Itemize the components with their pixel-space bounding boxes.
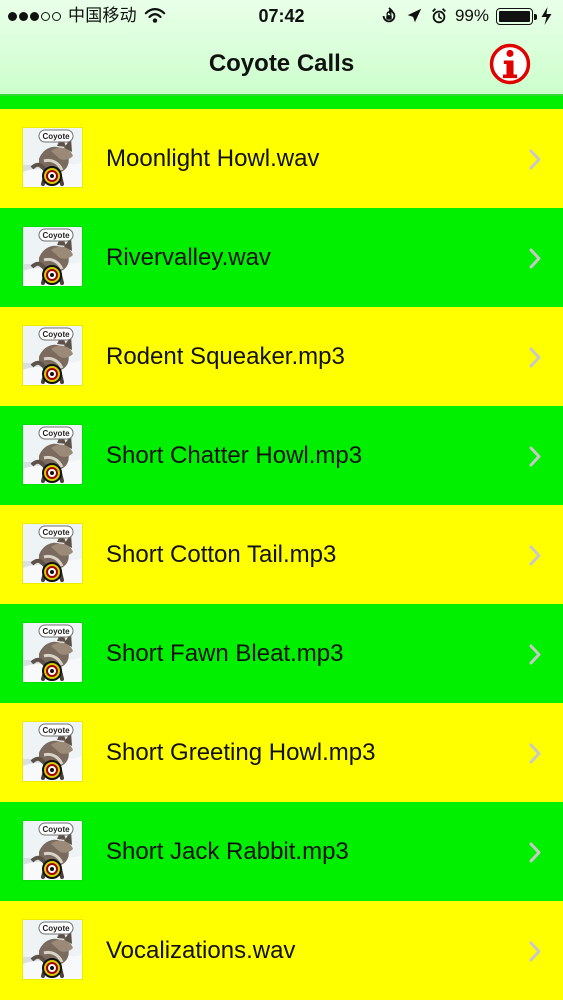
- call-list-item[interactable]: Coyote Short Cotton Tail.mp3: [0, 505, 563, 604]
- battery-icon: [496, 7, 537, 25]
- thumbnail-label: Coyote: [42, 726, 70, 735]
- coyote-thumbnail-icon: Coyote: [23, 227, 82, 286]
- coyote-thumbnail: Coyote: [23, 722, 82, 781]
- call-list-item[interactable]: Coyote Short Jack Rabbit.mp3: [0, 802, 563, 901]
- charging-icon: [541, 7, 552, 25]
- coyote-thumbnail: Coyote: [23, 128, 82, 187]
- app-screen: 中国移动 07:42 99% Coyote Calls Coyote Moonl…: [0, 0, 563, 1000]
- call-title: Vocalizations.wav: [106, 937, 296, 964]
- call-title: Short Jack Rabbit.mp3: [106, 838, 349, 865]
- carrier-name: 中国移动: [68, 6, 137, 25]
- call-title: Rodent Squeaker.mp3: [106, 343, 345, 370]
- page-title: Coyote Calls: [208, 50, 355, 77]
- status-right: 99%: [380, 0, 553, 32]
- alarm-icon: [432, 8, 446, 24]
- chevron-right-icon: [529, 347, 541, 368]
- chevron-right-icon: [529, 743, 541, 764]
- chevron-right-icon: [529, 644, 541, 665]
- coyote-thumbnail: Coyote: [23, 227, 82, 286]
- coyote-thumbnail: Coyote: [23, 425, 82, 484]
- call-title: Short Cotton Tail.mp3: [106, 541, 337, 568]
- status-time: 07:42: [258, 6, 305, 26]
- coyote-thumbnail-icon: Coyote: [23, 425, 82, 484]
- coyote-thumbnail-icon: Coyote: [23, 920, 82, 979]
- chevron-right-icon: [529, 149, 541, 170]
- coyote-thumbnail-icon: Coyote: [23, 722, 82, 781]
- coyote-call-list: Coyote Moonlight Howl.wav Coyote Riverva…: [0, 97, 563, 1000]
- thumbnail-label: Coyote: [42, 825, 70, 834]
- coyote-thumbnail: Coyote: [23, 920, 82, 979]
- signal-strength-icon: [8, 11, 61, 21]
- rotation-lock-icon: [382, 7, 396, 23]
- coyote-thumbnail: Coyote: [23, 326, 82, 385]
- coyote-thumbnail: Coyote: [23, 623, 82, 682]
- chevron-right-icon: [529, 941, 541, 962]
- coyote-thumbnail-icon: Coyote: [23, 623, 82, 682]
- coyote-thumbnail-icon: Coyote: [23, 326, 82, 385]
- call-title: Short Chatter Howl.mp3: [106, 442, 363, 469]
- battery-fill: [499, 10, 530, 22]
- thumbnail-label: Coyote: [42, 231, 70, 240]
- call-list-item[interactable]: Coyote Short Greeting Howl.mp3: [0, 703, 563, 802]
- thumbnail-label: Coyote: [42, 528, 70, 537]
- coyote-thumbnail: Coyote: [23, 524, 82, 583]
- call-list-item[interactable]: Coyote Short Chatter Howl.mp3: [0, 406, 563, 505]
- info-icon: [489, 43, 531, 85]
- call-title: Short Greeting Howl.mp3: [106, 739, 376, 766]
- coyote-thumbnail-icon: Coyote: [23, 128, 82, 187]
- call-list-item[interactable]: Coyote Short Fawn Bleat.mp3: [0, 604, 563, 703]
- chevron-right-icon: [529, 248, 541, 269]
- signal-dot: [8, 11, 17, 21]
- signal-dot: [19, 11, 28, 21]
- status-left: 中国移动: [8, 0, 166, 32]
- call-title: Rivervalley.wav: [106, 244, 271, 271]
- call-title: Short Fawn Bleat.mp3: [106, 640, 344, 667]
- coyote-thumbnail-icon: Coyote: [23, 821, 82, 880]
- thumbnail-label: Coyote: [42, 627, 70, 636]
- thumbnail-label: Coyote: [42, 132, 70, 141]
- status-bar: 中国移动 07:42 99%: [0, 0, 563, 32]
- list-top-spacer: [0, 97, 563, 109]
- chevron-right-icon: [529, 842, 541, 863]
- location-arrow-icon: [407, 8, 422, 23]
- call-list-item[interactable]: Coyote Vocalizations.wav: [0, 901, 563, 1000]
- coyote-thumbnail-icon: Coyote: [23, 524, 82, 583]
- thumbnail-label: Coyote: [42, 429, 70, 438]
- info-button[interactable]: [485, 42, 535, 86]
- battery-percent: 99%: [454, 6, 489, 25]
- thumbnail-label: Coyote: [42, 924, 70, 933]
- signal-dot-empty: [52, 11, 61, 21]
- coyote-thumbnail: Coyote: [23, 821, 82, 880]
- call-list-item[interactable]: Coyote Rodent Squeaker.mp3: [0, 307, 563, 406]
- call-list-item[interactable]: Coyote Rivervalley.wav: [0, 208, 563, 307]
- signal-dot-empty: [41, 11, 50, 21]
- call-list-item[interactable]: Coyote Moonlight Howl.wav: [0, 109, 563, 208]
- top-bar: 中国移动 07:42 99% Coyote Calls: [0, 0, 563, 96]
- call-title: Moonlight Howl.wav: [106, 145, 320, 172]
- signal-dot: [30, 11, 39, 21]
- thumbnail-label: Coyote: [42, 330, 70, 339]
- chevron-right-icon: [529, 545, 541, 566]
- wifi-icon: [144, 8, 166, 23]
- chevron-right-icon: [529, 446, 541, 467]
